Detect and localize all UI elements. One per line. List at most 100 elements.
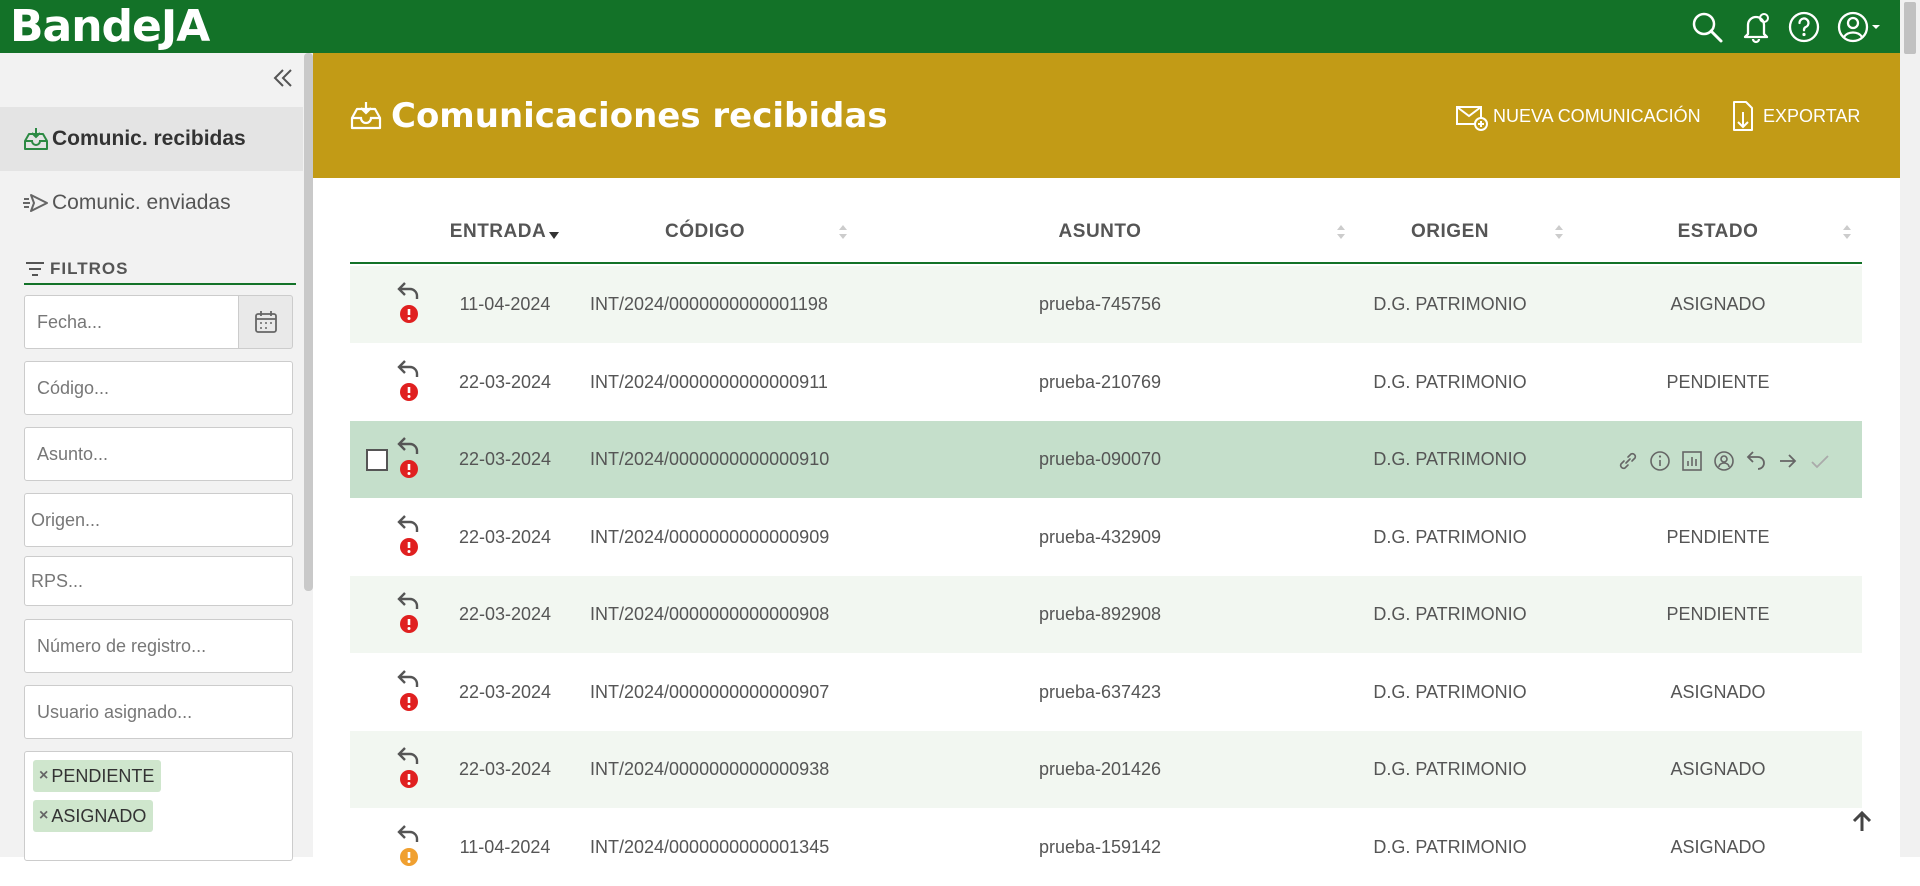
- sidebar-item-label: Comunic. enviadas: [52, 191, 231, 214]
- reply-icon: [397, 592, 419, 609]
- column-entrada[interactable]: ENTRADA: [445, 200, 565, 264]
- cell-entrada: 11-04-2024: [459, 836, 551, 857]
- numero-registro-field[interactable]: Número de registro...: [24, 619, 293, 673]
- info-icon[interactable]: [1644, 448, 1676, 474]
- table-row[interactable]: 22-03-2024 INT/2024/0000000000000911 prueb…: [350, 344, 1862, 421]
- origen-field[interactable]: Origen...: [24, 493, 293, 547]
- fecha-field[interactable]: Fecha...: [24, 295, 239, 349]
- cell-codigo: INT/2024/0000000000000910: [590, 449, 830, 469]
- cell-codigo: INT/2024/0000000000001198: [590, 294, 828, 314]
- cell-origen: D.G. PATRIMONIO: [1373, 759, 1527, 779]
- usuario-asignado-field[interactable]: Usuario asignado...: [24, 685, 293, 739]
- sidebar-item-enviadas[interactable]: Comunic. enviadas: [0, 171, 303, 235]
- alert-icon: [400, 382, 418, 401]
- cell-entrada: 22-03-2024: [458, 681, 552, 702]
- cell-codigo: INT/2024/0000000000001345: [590, 836, 830, 857]
- alert-icon: [400, 460, 418, 478]
- asunto-field[interactable]: Asunto...: [24, 427, 293, 481]
- row-status-icons: [396, 280, 422, 332]
- rps-field[interactable]: RPS...: [24, 556, 293, 606]
- table-row[interactable]: 22-03-2024 INT/2024/0000000000000908 prueb…: [350, 576, 1862, 653]
- check-icon[interactable]: [1804, 448, 1836, 474]
- cell-codigo: INT/2024/0000000000000938: [590, 759, 830, 779]
- row-actions: [1612, 448, 1836, 474]
- estado-multiselect[interactable]: × PENDIENTE × ASIGNADO: [24, 751, 293, 861]
- table-row[interactable]: 11-04-2024 INT/2024/0000000000001345 prueb…: [350, 809, 1862, 886]
- table-row[interactable]: 22-03-2024 INT/2024/0000000000000910 prueb…: [350, 421, 1862, 498]
- exportar-button[interactable]: EXPORTAR: [1725, 97, 1860, 135]
- sidebar-item-label: Comunic. recibidas: [52, 127, 246, 150]
- row-checkbox[interactable]: [366, 449, 388, 471]
- estado-tag-asignado[interactable]: × ASIGNADO: [33, 800, 154, 832]
- cell-estado: ASIGNADO: [1670, 759, 1766, 779]
- table-row[interactable]: 22-03-2024 INT/2024/0000000000000938 prueb…: [350, 731, 1862, 808]
- sidebar-scrollbar-thumb[interactable]: [304, 53, 313, 591]
- bell-alert-icon[interactable]: [1739, 10, 1773, 44]
- alert-icon: [400, 615, 418, 633]
- reply-icon: [397, 747, 419, 764]
- table-row[interactable]: 22-03-2024 INT/2024/0000000000000909 prueb…: [350, 499, 1862, 576]
- inbox-icon: [22, 125, 50, 153]
- row-status-icons: [396, 590, 422, 642]
- cell-asunto: prueba-090070: [1038, 449, 1162, 469]
- alert-icon: [400, 692, 418, 711]
- sort-icon[interactable]: [1336, 222, 1346, 242]
- search-icon[interactable]: [1690, 10, 1724, 44]
- row-status-icons: [396, 745, 422, 797]
- nueva-comunicacion-button[interactable]: NUEVA COMUNICACIÓN: [1455, 97, 1701, 135]
- cell-asunto: prueba-637423: [1038, 681, 1162, 702]
- reply-icon: [397, 437, 419, 454]
- sort-desc-icon: [549, 232, 560, 239]
- table-row[interactable]: 11-04-2024 INT/2024/0000000000001198 prueb…: [350, 266, 1862, 343]
- cell-estado: ASIGNADO: [1670, 836, 1766, 857]
- cell-origen: D.G. PATRIMONIO: [1373, 681, 1527, 702]
- undo-icon[interactable]: [1740, 448, 1772, 474]
- cell-estado: PENDIENTE: [1666, 526, 1770, 547]
- collapse-sidebar-icon[interactable]: [270, 65, 296, 91]
- row-status-icons: [396, 435, 422, 487]
- column-codigo[interactable]: CÓDIGO: [590, 200, 820, 264]
- calendar-button[interactable]: [238, 295, 293, 349]
- cell-entrada: 22-03-2024: [458, 371, 552, 392]
- page-scrollbar-thumb[interactable]: [1904, 2, 1916, 54]
- cell-codigo: INT/2024/0000000000000911: [590, 371, 828, 392]
- remove-tag-icon[interactable]: ×: [39, 767, 48, 785]
- cell-entrada: 11-04-2024: [459, 294, 551, 314]
- codigo-field[interactable]: Código...: [24, 361, 293, 415]
- estado-tag-pendiente[interactable]: × PENDIENTE: [33, 760, 162, 792]
- scroll-to-top-icon[interactable]: [1848, 808, 1876, 836]
- sort-icon[interactable]: [1842, 222, 1852, 242]
- assign-user-icon[interactable]: [1708, 448, 1740, 474]
- reply-icon: [397, 282, 419, 299]
- sort-icon[interactable]: [838, 222, 848, 242]
- table-row[interactable]: 22-03-2024 INT/2024/0000000000000907 prueb…: [350, 654, 1862, 731]
- sort-icon[interactable]: [1554, 222, 1564, 242]
- cell-estado: ASIGNADO: [1670, 294, 1766, 314]
- cell-asunto: prueba-892908: [1038, 604, 1162, 624]
- app-logo[interactable]: BandeJA: [10, 0, 210, 53]
- cell-origen: D.G. PATRIMONIO: [1373, 526, 1527, 547]
- sidebar-scrollbar[interactable]: [304, 53, 313, 857]
- link-icon[interactable]: [1612, 448, 1644, 474]
- cell-asunto: prueba-210769: [1038, 371, 1162, 392]
- remove-tag-icon[interactable]: ×: [39, 807, 48, 825]
- export-icon: [1733, 101, 1753, 131]
- calendar-icon: [254, 311, 277, 333]
- page-scrollbar[interactable]: [1900, 0, 1920, 857]
- column-origen[interactable]: ORIGEN: [1350, 200, 1550, 264]
- row-status-icons: [396, 823, 422, 875]
- help-circle-icon[interactable]: [1787, 10, 1821, 44]
- reply-icon: [397, 824, 419, 842]
- table-header: ENTRADA CÓDIGO ASUNTO ORIGEN ESTADO: [350, 200, 1862, 264]
- forward-icon[interactable]: [1772, 448, 1804, 474]
- cell-asunto: prueba-159142: [1038, 836, 1162, 857]
- page-title: Comunicaciones recibidas: [349, 53, 888, 178]
- column-estado[interactable]: ESTADO: [1618, 200, 1818, 264]
- sidebar-item-recibidas[interactable]: Comunic. recibidas: [0, 107, 303, 171]
- cell-entrada: 22-03-2024: [458, 759, 552, 779]
- column-asunto[interactable]: ASUNTO: [950, 200, 1250, 264]
- user-account-icon[interactable]: [1836, 10, 1886, 44]
- cell-origen: D.G. PATRIMONIO: [1373, 449, 1527, 469]
- cell-estado: PENDIENTE: [1666, 604, 1770, 624]
- chart-icon[interactable]: [1676, 448, 1708, 474]
